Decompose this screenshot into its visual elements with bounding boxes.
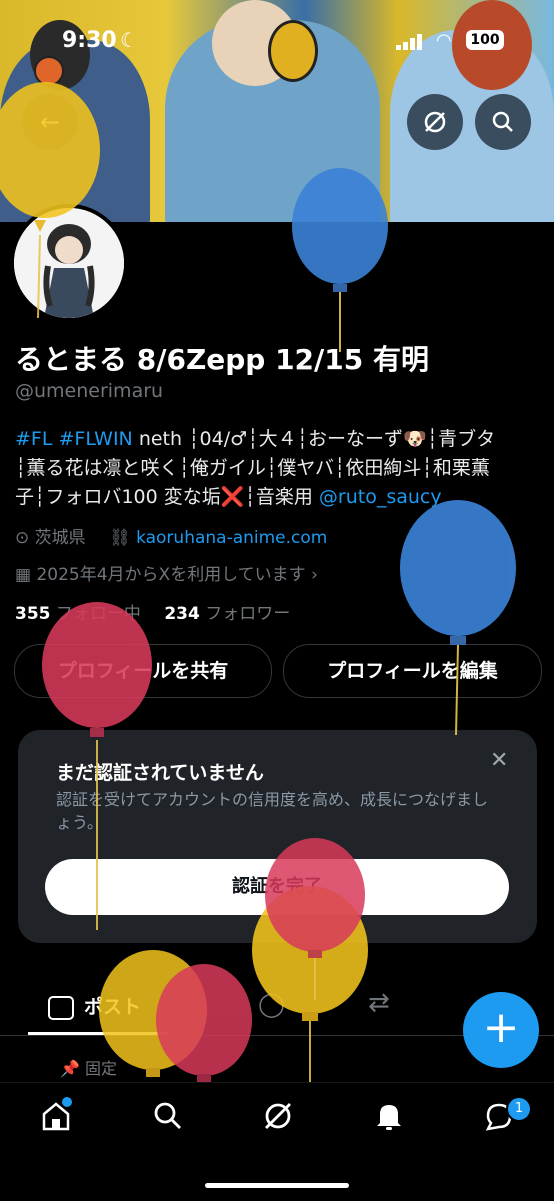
nav-grok[interactable] [258, 1099, 298, 1139]
bell-icon [377, 1105, 401, 1130]
search-icon [154, 1102, 181, 1129]
pinned-text: 固定 [85, 1059, 118, 1078]
home-notification-dot [62, 1097, 72, 1107]
cellular-signal-icon [396, 34, 422, 50]
battery-indicator: 100 [466, 30, 504, 50]
bio-text: 子┆フォロバ100 変な垢❌┆音楽用 [15, 486, 319, 508]
status-time: 9:30 [62, 28, 117, 53]
followers-label: フォロワー [205, 604, 291, 624]
grok-button[interactable] [407, 94, 463, 150]
avatar-image [14, 208, 124, 318]
nav-notifications[interactable] [369, 1099, 409, 1139]
tab-reposts[interactable]: ⇄ [368, 988, 390, 1018]
status-bar: 9:30 ☾ ◠ 100 [0, 28, 554, 58]
chevron-right-icon: › [311, 565, 318, 585]
verification-card: まだ認証されていません 認証を受けてアカウントの信用度を高め、成長につなげましょ… [18, 730, 537, 943]
location-pin-icon: ⊙ [15, 528, 30, 548]
bio-line: #FL #FLWIN neth ┆04/♂┆大４┆おーなーず🐶┆青ブタ [15, 425, 545, 454]
pinned-label: 📌 固定 [60, 1055, 117, 1079]
back-button[interactable]: ← [22, 94, 78, 150]
arrow-left-icon: ← [39, 108, 61, 136]
messages-badge: 1 [506, 1096, 532, 1122]
user-handle: @umenerimaru [15, 380, 164, 402]
joined-date[interactable]: ▦ 2025年4月からXを利用しています › [15, 560, 318, 585]
edit-profile-button[interactable]: プロフィールを編集 [283, 644, 542, 698]
repost-icon: ⇄ [368, 988, 390, 1018]
close-icon[interactable]: ✕ [490, 748, 508, 773]
link-icon: ⛓ [109, 528, 131, 548]
tab-posts-label: ポスト [84, 996, 142, 1018]
verification-description: 認証を受けてアカウントの信用度を高め、成長につなげましょう。 [56, 790, 489, 832]
complete-verification-button[interactable]: 認証を完了 [45, 859, 509, 915]
balloon [400, 500, 516, 736]
followers-count: 234 [164, 604, 200, 624]
joined-text: 2025年4月からXを利用しています [36, 565, 306, 585]
avatar[interactable] [10, 204, 128, 322]
following-count: 355 [15, 604, 51, 624]
verification-title: まだ認証されていません [56, 762, 264, 784]
wifi-icon: ◠ [436, 30, 452, 51]
tab-active-underline [28, 1032, 168, 1035]
grok-icon [424, 111, 446, 133]
following-link[interactable]: 355 フォロー中 [15, 604, 141, 624]
posts-icon [48, 995, 74, 1020]
nav-search[interactable] [148, 1099, 188, 1139]
bio-hashtags[interactable]: #FL #FLWIN [15, 428, 133, 450]
display-name: るとまる 8/6Zepp 12/15 有明 [15, 343, 429, 376]
bio-line: 子┆フォロバ100 変な垢❌┆音楽用 @ruto_saucy [15, 483, 545, 512]
share-profile-button[interactable]: プロフィールを共有 [14, 644, 272, 698]
tab-replies[interactable]: ◯ [258, 990, 285, 1018]
banner-sunglass [34, 56, 64, 86]
bio-line: ┆薫る花は凛と咲く┆俺ガイル┆僕ヤバ┆依田絢斗┆和栗薫 [15, 457, 490, 479]
following-label: フォロー中 [55, 604, 141, 624]
followers-link[interactable]: 234 フォロワー [164, 604, 290, 624]
reply-icon: ◯ [258, 990, 285, 1018]
location-text: 茨城県 [34, 528, 86, 548]
home-indicator [205, 1183, 349, 1188]
calendar-icon: ▦ [15, 565, 32, 585]
website-link[interactable]: kaoruhana-anime.com [136, 528, 327, 548]
grok-icon [265, 1103, 291, 1129]
search-button[interactable] [475, 94, 531, 150]
follow-stats: 355 フォロー中 234 フォロワー [15, 599, 290, 624]
tab-posts[interactable]: ポスト [48, 992, 141, 1020]
avatar-illustration [14, 208, 124, 318]
search-icon [492, 111, 513, 132]
focus-moon-icon: ☾ [120, 28, 138, 52]
bio-text: neth ┆04/♂┆大４┆おーなーず🐶┆青ブタ [132, 428, 496, 450]
bio-mention-link[interactable]: @ruto_saucy [319, 486, 442, 508]
pin-icon: 📌 [60, 1059, 80, 1078]
plus-icon: + [482, 1002, 520, 1053]
compose-post-button[interactable]: + [463, 992, 539, 1068]
bio: #FL #FLWIN neth ┆04/♂┆大４┆おーなーず🐶┆青ブタ ┆薫る花… [15, 425, 545, 512]
profile-meta: ⊙ 茨城県 ⛓ kaoruhana-anime.com [15, 523, 327, 548]
